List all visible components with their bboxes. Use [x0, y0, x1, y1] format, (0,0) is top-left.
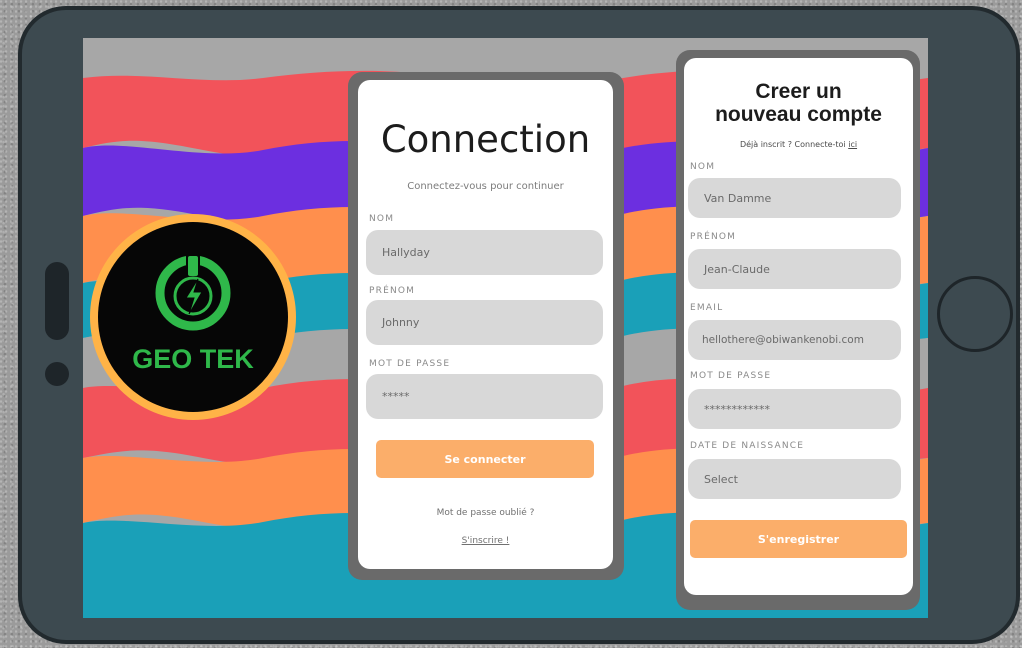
- login-here-link[interactable]: ici: [848, 140, 857, 149]
- login-submit-button[interactable]: Se connecter: [376, 440, 594, 478]
- register-email-field[interactable]: hellothere@obiwankenobi.com: [688, 320, 901, 360]
- power-bolt-icon: [155, 254, 231, 331]
- register-card: Creer un nouveau compte Déjà inscrit ? C…: [684, 58, 913, 595]
- register-password-field[interactable]: ************: [688, 389, 901, 429]
- register-submit-button[interactable]: S'enregistrer: [690, 520, 907, 558]
- register-title: Creer un nouveau compte: [684, 80, 913, 126]
- login-nom-label: NOM: [369, 214, 395, 224]
- register-title-line2: nouveau compte: [715, 103, 882, 126]
- tablet-home-button[interactable]: [937, 276, 1013, 352]
- signup-link[interactable]: S'inscrire !: [358, 536, 613, 546]
- tablet-camera: [45, 362, 69, 386]
- geotek-logo: GEO TEK: [90, 214, 296, 420]
- register-nom-label: NOM: [690, 162, 716, 172]
- register-prenom-field[interactable]: Jean-Claude: [688, 249, 901, 289]
- login-subtitle: Connectez-vous pour continuer: [407, 181, 564, 192]
- register-prenom-label: PRÉNOM: [690, 232, 737, 242]
- register-title-line1: Creer un: [755, 80, 842, 103]
- login-nom-field[interactable]: Hallyday: [366, 230, 603, 275]
- login-prenom-field[interactable]: Johnny: [366, 300, 603, 345]
- logo-badge: GEO TEK: [98, 222, 288, 412]
- login-title: Connection: [380, 118, 591, 161]
- login-prenom-label: PRÉNOM: [369, 286, 416, 296]
- login-password-field[interactable]: *****: [366, 374, 603, 419]
- register-email-label: EMAIL: [690, 303, 724, 313]
- already-registered-text: Déjà inscrit ? Connecte-toi ici: [684, 140, 913, 149]
- tablet-side-slot: [45, 262, 69, 340]
- register-birthdate-select[interactable]: Select: [688, 459, 901, 499]
- logo-text: GEO TEK: [132, 344, 254, 374]
- login-password-label: MOT DE PASSE: [369, 359, 451, 369]
- register-nom-field[interactable]: Van Damme: [688, 178, 901, 218]
- register-password-label: MOT DE PASSE: [690, 371, 772, 381]
- already-registered-label: Déjà inscrit ? Connecte-toi: [739, 140, 846, 149]
- register-birthdate-label: DATE DE NAISSANCE: [690, 441, 805, 451]
- login-card: Connection Connectez-vous pour continuer…: [358, 80, 613, 569]
- forgot-password-link[interactable]: Mot de passe oublié ?: [358, 508, 613, 518]
